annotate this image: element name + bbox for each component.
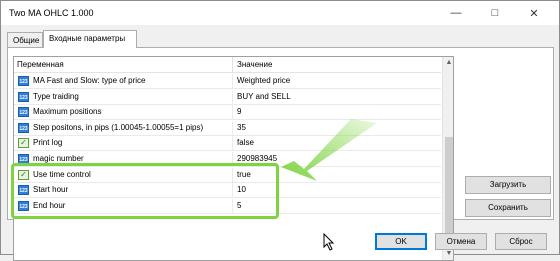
dialog-window: Two MA OHLC 1.000 — □ ✕ Общие Входные па… [0,0,560,261]
cell-divider [232,89,233,105]
parameter-value[interactable]: 290983945 [237,154,277,163]
grid-row[interactable]: 123 Step positons, in pips (1.00045-1.000… [14,120,441,136]
parameter-name: Type traiding [33,91,79,101]
number-param-icon: 123 [18,76,29,86]
close-icon[interactable]: ✕ [519,1,549,25]
cell-divider [232,74,233,89]
number-param-icon: 123 [18,107,29,118]
window-title: Two MA OHLC 1.000 [9,8,94,18]
highlight-box [11,163,279,219]
parameter-name: Maximum positions [33,107,102,117]
save-button[interactable]: Сохранить [465,199,551,217]
grid-header: Переменная Значение [14,57,441,73]
reset-button[interactable]: Сброс [495,233,547,250]
column-divider[interactable] [232,57,233,72]
column-header-value[interactable]: Значение [237,60,272,69]
tab-input-parameters[interactable]: Входные параметры [43,30,137,48]
column-header-variable[interactable]: Переменная [17,60,64,69]
vertical-scrollbar[interactable]: ▲ ▼ [442,57,453,260]
grid-row[interactable]: 123 Type traiding BUY and SELL [14,89,441,105]
grid-row[interactable]: 123 MA Fast and Slow: type of price Weight… [14,74,441,89]
mouse-cursor-icon [323,233,335,251]
parameter-name: Print log [33,138,63,148]
scroll-up-icon[interactable]: ▲ [443,57,453,69]
cancel-button[interactable]: Отмена [435,233,487,250]
cell-divider [232,120,233,136]
maximize-icon[interactable]: □ [480,1,510,25]
parameter-value[interactable]: 35 [237,123,246,132]
number-param-icon: 123 [18,122,29,133]
cell-divider [232,105,233,121]
number-param-icon: 123 [18,91,29,102]
minimize-icon[interactable]: — [441,1,471,25]
cell-divider [232,136,233,152]
bool-param-icon: ✓ [18,138,29,149]
parameter-value[interactable]: Weighted price [237,76,290,85]
parameters-grid: Переменная Значение 123 MA Fast and Slow:… [13,56,454,261]
parameter-name: Step positons, in pips (1.00045-1.00055=… [33,122,204,132]
load-button[interactable]: Загрузить [465,176,551,194]
parameter-value[interactable]: false [237,138,254,147]
scroll-thumb[interactable] [445,137,453,247]
parameter-name: MA Fast and Slow: type of price [33,76,146,85]
parameter-value[interactable]: 9 [237,107,241,116]
title-bar: Two MA OHLC 1.000 — □ ✕ [1,1,559,25]
tab-general[interactable]: Общие [7,32,43,47]
ok-button[interactable]: OK [375,233,427,250]
grid-row[interactable]: ✓ Print log false [14,136,441,152]
grid-row[interactable]: 123 Maximum positions 9 [14,105,441,121]
parameter-value[interactable]: BUY and SELL [237,92,291,101]
parameter-name: magic number [33,154,84,163]
